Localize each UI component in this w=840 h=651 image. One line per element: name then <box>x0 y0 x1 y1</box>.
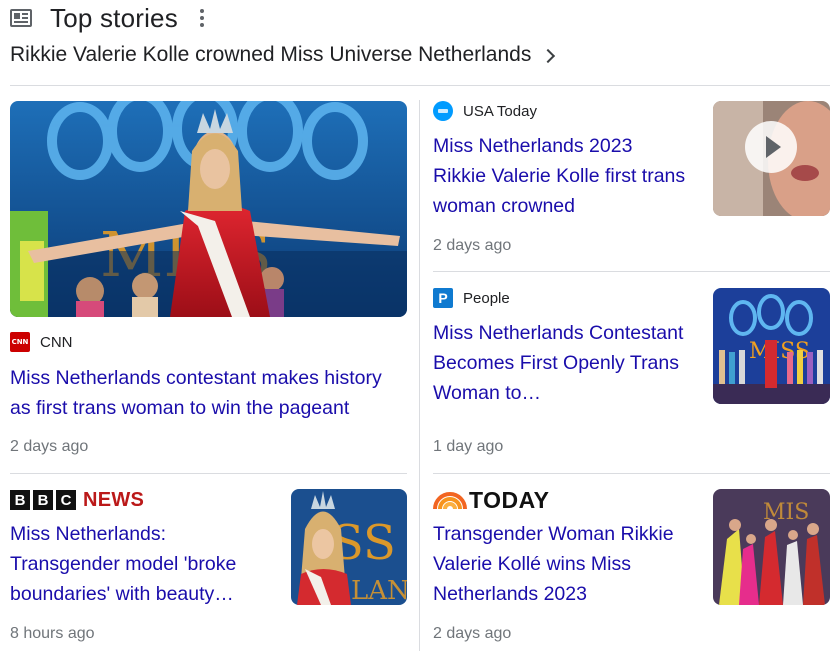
cnn-story-title[interactable]: Miss Netherlands contestant makes histor… <box>10 363 405 423</box>
pageant-portrait-image: SS LAN <box>291 489 407 605</box>
cnn-source: CNN CNN <box>10 332 73 352</box>
people-story-title[interactable]: Miss Netherlands Contestant Becomes Firs… <box>433 318 695 408</box>
bbc-logo-news: NEWS <box>83 488 145 511</box>
today-rainbow-logo <box>433 491 467 509</box>
usatoday-story-title[interactable]: Miss Netherlands 2023 Rikkie Valerie Kol… <box>433 131 688 221</box>
people-story-time: 1 day ago <box>433 438 504 455</box>
pageant-stage-image: MISS <box>10 101 407 317</box>
right-divider-1 <box>433 271 830 272</box>
headline-link-text[interactable]: Rikkie Valerie Kolle crowned Miss Univer… <box>10 43 531 67</box>
usatoday-story-video[interactable] <box>713 101 830 216</box>
cnn-story-image[interactable]: MISS <box>10 101 407 317</box>
pageant-group-image: MIS <box>713 489 830 605</box>
bbc-logo-b1: B <box>10 490 30 510</box>
today-story-title[interactable]: Transgender Woman Rikkie Valerie Kollé w… <box>433 519 695 609</box>
svg-text:LAN: LAN <box>351 576 407 605</box>
bbc-story-time: 8 hours ago <box>10 625 95 642</box>
bbc-logo-c: C <box>56 490 76 510</box>
right-divider-2 <box>433 473 830 474</box>
top-stories-header: Top stories <box>10 2 210 34</box>
full-coverage-link[interactable]: Rikkie Valerie Kolle crowned Miss Univer… <box>10 40 556 70</box>
usatoday-story-time: 2 days ago <box>433 237 512 254</box>
usatoday-source: USA Today <box>433 101 537 121</box>
bbc-source: B B C NEWS <box>10 488 145 511</box>
cnn-logo: CNN <box>10 332 30 352</box>
usatoday-source-name: USA Today <box>463 102 537 120</box>
more-vert-icon[interactable] <box>194 3 210 33</box>
today-story-image[interactable]: MIS <box>713 489 830 605</box>
bbc-logo-b2: B <box>33 490 53 510</box>
news-icon <box>10 9 32 27</box>
chevron-right-icon <box>541 48 556 64</box>
usatoday-logo <box>433 101 453 121</box>
people-source-name: People <box>463 289 510 307</box>
cnn-source-name: CNN <box>40 333 73 351</box>
people-source: P People <box>433 288 510 308</box>
today-source: TODAY <box>433 487 549 513</box>
today-logo-text: TODAY <box>469 486 550 513</box>
bbc-story-image[interactable]: SS LAN <box>291 489 407 605</box>
people-logo: P <box>433 288 453 308</box>
people-story-image[interactable]: MISS <box>713 288 830 404</box>
section-title: Top stories <box>50 2 178 33</box>
play-icon[interactable] <box>745 121 797 173</box>
cnn-story-time: 2 days ago <box>10 438 89 455</box>
bbc-story-title[interactable]: Miss Netherlands: Transgender model 'bro… <box>10 519 270 609</box>
pageant-stage-wide-image: MISS <box>713 288 830 404</box>
top-divider <box>10 85 830 86</box>
left-divider <box>10 473 407 474</box>
today-story-time: 2 days ago <box>433 625 512 642</box>
column-divider <box>419 100 420 651</box>
